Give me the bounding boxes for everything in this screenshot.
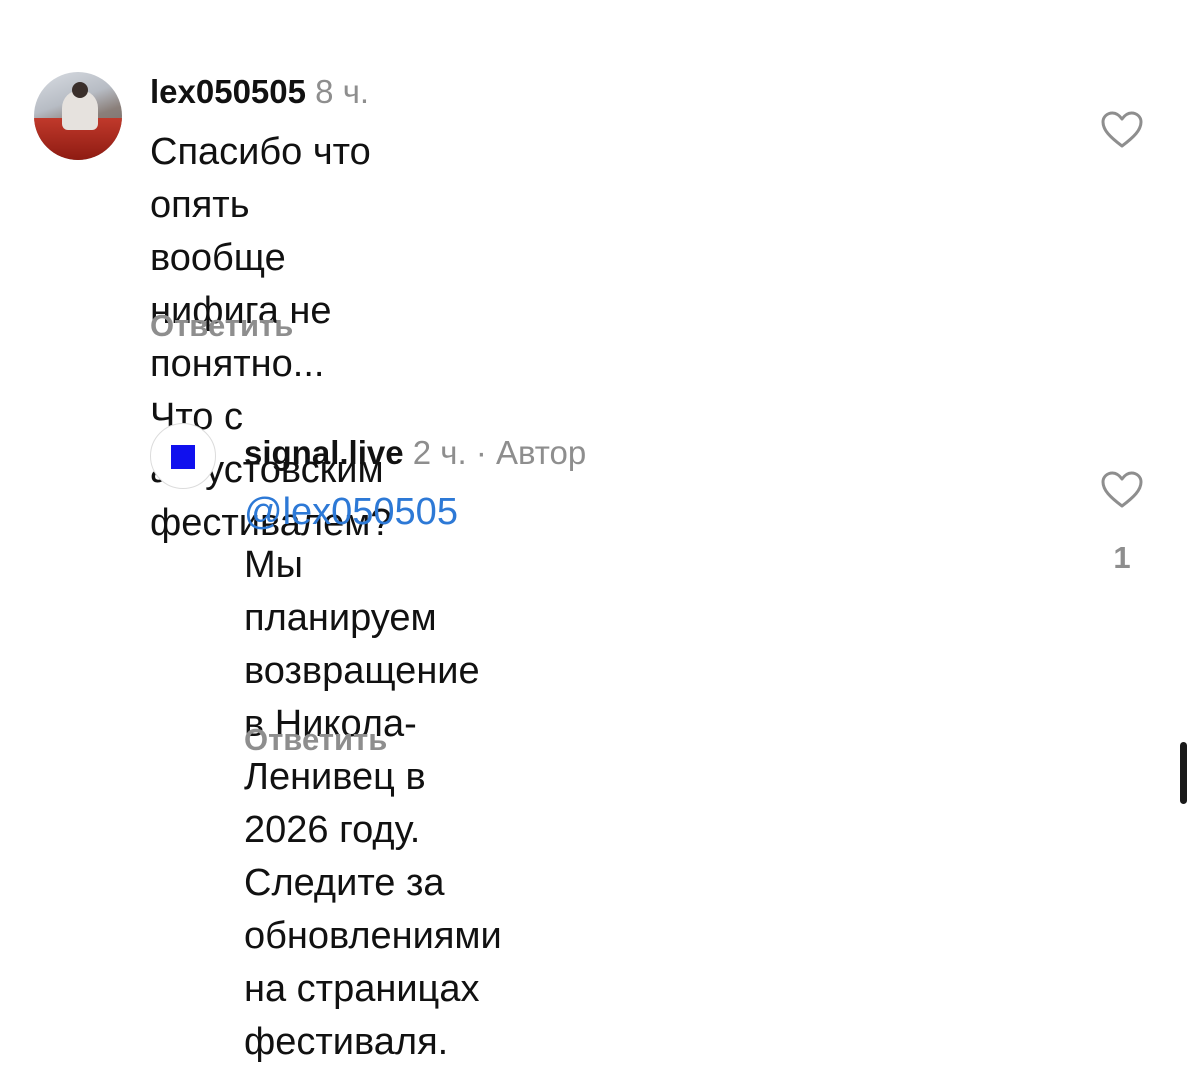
comment-text-line: Спасибо что опять вообще нифига не — [150, 131, 371, 332]
comment-meta: signal.live 2 ч. · Автор — [244, 433, 586, 473]
comment-username[interactable]: signal.live — [244, 434, 404, 471]
comment-username[interactable]: lex050505 — [150, 73, 306, 110]
comment-text: @lex050505 Мы планируем возвращение в Ни… — [244, 486, 502, 1069]
author-badge: Автор — [495, 434, 587, 471]
avatar[interactable] — [34, 72, 122, 160]
mention-link[interactable]: @lex050505 — [244, 491, 458, 533]
comment-time: 2 ч. — [412, 434, 467, 471]
comment-meta: lex050505 8 ч. — [150, 72, 369, 112]
like-count: 1 — [1113, 540, 1131, 575]
reply-button[interactable]: Ответить — [244, 722, 387, 758]
comment-text-line: 2026 году. Следите за обновлениями — [244, 809, 502, 957]
scrollbar[interactable] — [1180, 742, 1187, 804]
meta-separator: · — [475, 434, 487, 471]
avatar[interactable] — [150, 423, 216, 489]
comment-text-line: на страницах фестиваля. — [244, 968, 480, 1063]
reply-button[interactable]: Ответить — [150, 308, 293, 344]
comment-time: 8 ч. — [315, 73, 370, 110]
comment-text-line: @lex050505 Мы планируем — [244, 486, 502, 645]
comment-text-segment: Мы планируем — [244, 544, 437, 639]
heart-outline-icon[interactable] — [1100, 110, 1144, 150]
heart-outline-icon[interactable] — [1100, 470, 1144, 510]
avatar-head-shape — [72, 82, 88, 98]
brand-logo-square — [171, 445, 195, 469]
